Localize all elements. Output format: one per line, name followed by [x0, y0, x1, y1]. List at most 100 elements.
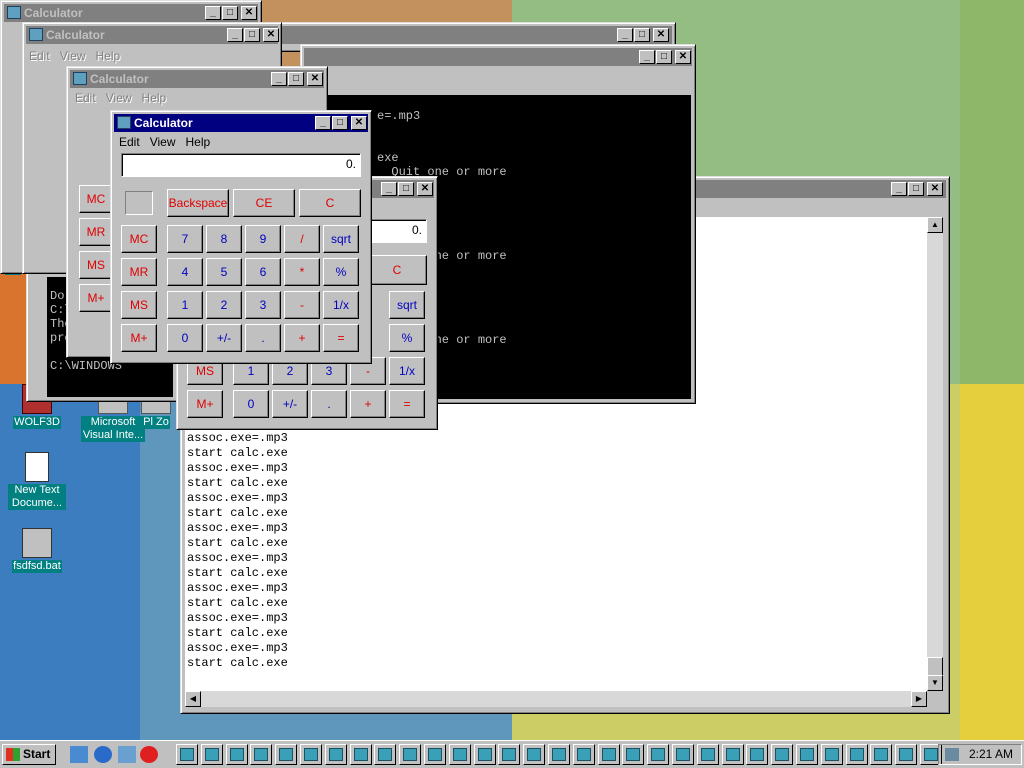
taskbar-app-button[interactable] [349, 744, 372, 765]
menu-help[interactable]: Help [141, 91, 166, 105]
decimal-button[interactable]: . [311, 390, 347, 418]
taskbar-app-button[interactable] [374, 744, 397, 765]
taskbar-app-button[interactable] [647, 744, 670, 765]
maximize-button[interactable]: □ [656, 50, 672, 64]
minimize-button[interactable]: _ [227, 28, 243, 42]
taskbar-app-button[interactable] [870, 744, 893, 765]
backspace-button[interactable]: Backspace [167, 189, 229, 217]
taskbar-app-button[interactable] [324, 744, 347, 765]
equals-button[interactable]: = [389, 390, 425, 418]
taskbar-app-button[interactable] [399, 744, 422, 765]
taskbar-app-button[interactable] [820, 744, 843, 765]
add-button[interactable]: + [284, 324, 320, 352]
key-0[interactable]: 0 [167, 324, 203, 352]
mplus-button[interactable]: M+ [187, 390, 223, 418]
key-6[interactable]: 6 [245, 258, 281, 286]
minimize-button[interactable]: _ [315, 116, 331, 130]
taskbar-app-button[interactable] [572, 744, 595, 765]
taskbar-app-button[interactable] [622, 744, 645, 765]
scroll-down-arrow-icon[interactable]: ▼ [927, 675, 943, 691]
scroll-right-arrow-icon[interactable]: ▶ [911, 691, 927, 707]
desktop-quicklaunch-icon[interactable] [70, 746, 88, 763]
start-button[interactable]: Start [2, 744, 56, 765]
key-1[interactable]: 1 [167, 291, 203, 319]
percent-button[interactable]: % [389, 324, 425, 352]
clock[interactable]: 2:21 AM [969, 745, 1013, 764]
menu-edit[interactable]: Edit [119, 135, 140, 149]
menu-help[interactable]: Help [185, 135, 210, 149]
taskbar-app-button[interactable] [250, 744, 273, 765]
minimize-button[interactable]: _ [381, 182, 397, 196]
close-button[interactable]: ✕ [241, 6, 257, 20]
key-0[interactable]: 0 [233, 390, 269, 418]
key-8[interactable]: 8 [206, 225, 242, 253]
menu-view[interactable]: View [106, 91, 132, 105]
taskbar-app-button[interactable] [448, 744, 471, 765]
taskbar-app-button[interactable] [176, 744, 198, 765]
channels-quicklaunch-icon[interactable] [118, 746, 136, 763]
maximize-button[interactable]: □ [244, 28, 260, 42]
reciprocal-button[interactable]: 1/x [323, 291, 359, 319]
sqrt-button[interactable]: sqrt [389, 291, 425, 319]
taskbar-app-button[interactable] [796, 744, 818, 765]
mplus-button[interactable]: M+ [121, 324, 157, 352]
taskbar-app-button[interactable] [498, 744, 521, 765]
menu-view[interactable]: View [60, 49, 86, 63]
ce-button[interactable]: CE [233, 189, 295, 217]
key-4[interactable]: 4 [167, 258, 203, 286]
taskbar-app-button[interactable] [300, 744, 322, 765]
divide-button[interactable]: / [284, 225, 320, 253]
taskbar-app-button[interactable] [523, 744, 546, 765]
close-button[interactable]: ✕ [675, 50, 691, 64]
taskbar-app-button[interactable] [200, 744, 223, 765]
taskbar-app-button[interactable] [845, 744, 868, 765]
taskbar-app-button[interactable] [895, 744, 918, 765]
minimize-button[interactable]: _ [891, 182, 907, 196]
c-button[interactable]: C [299, 189, 361, 217]
menu-view[interactable]: View [150, 135, 176, 149]
close-button[interactable]: ✕ [417, 182, 433, 196]
maximize-button[interactable]: □ [908, 182, 924, 196]
taskbar-app-button[interactable] [696, 744, 719, 765]
close-button[interactable]: ✕ [263, 28, 279, 42]
ms-button[interactable]: MS [79, 251, 113, 279]
add-button[interactable]: + [350, 390, 386, 418]
decimal-button[interactable]: . [245, 324, 281, 352]
scroll-left-arrow-icon[interactable]: ◀ [185, 691, 201, 707]
horizontal-scrollbar[interactable]: ◀ ▶ [185, 691, 927, 707]
mr-button[interactable]: MR [121, 258, 157, 286]
percent-button[interactable]: % [323, 258, 359, 286]
taskbar-app-button[interactable] [597, 744, 620, 765]
menu-edit[interactable]: Edit [29, 49, 50, 63]
minimize-button[interactable]: _ [617, 28, 633, 42]
subtract-button[interactable]: - [284, 291, 320, 319]
taskbar-app-button[interactable] [275, 744, 298, 765]
key-7[interactable]: 7 [167, 225, 203, 253]
taskbar-app-button[interactable] [672, 744, 694, 765]
maximize-button[interactable]: □ [398, 182, 414, 196]
key-5[interactable]: 5 [206, 258, 242, 286]
key-2[interactable]: 2 [206, 291, 242, 319]
taskbar-app-button[interactable] [225, 744, 248, 765]
reciprocal-button[interactable]: 1/x [389, 357, 425, 385]
key-9[interactable]: 9 [245, 225, 281, 253]
ms-button[interactable]: MS [121, 291, 157, 319]
mc-button[interactable]: MC [121, 225, 157, 253]
maximize-button[interactable]: □ [288, 72, 304, 86]
sign-button[interactable]: +/- [206, 324, 242, 352]
menu-help[interactable]: Help [95, 49, 120, 63]
taskbar-app-button[interactable] [746, 744, 769, 765]
close-button[interactable]: ✕ [653, 28, 669, 42]
sign-button[interactable]: +/- [272, 390, 308, 418]
taskbar-app-button[interactable] [548, 744, 570, 765]
taskbar-app-button[interactable] [424, 744, 446, 765]
key-3[interactable]: 3 [245, 291, 281, 319]
maximize-button[interactable]: □ [634, 28, 650, 42]
scroll-up-arrow-icon[interactable]: ▲ [927, 217, 943, 233]
menu-edit[interactable]: Edit [75, 91, 96, 105]
taskbar-app-button[interactable] [771, 744, 794, 765]
opera-quicklaunch-icon[interactable] [140, 746, 158, 763]
sqrt-button[interactable]: sqrt [323, 225, 359, 253]
maximize-button[interactable]: □ [332, 116, 348, 130]
mplus-button[interactable]: M+ [79, 284, 113, 312]
